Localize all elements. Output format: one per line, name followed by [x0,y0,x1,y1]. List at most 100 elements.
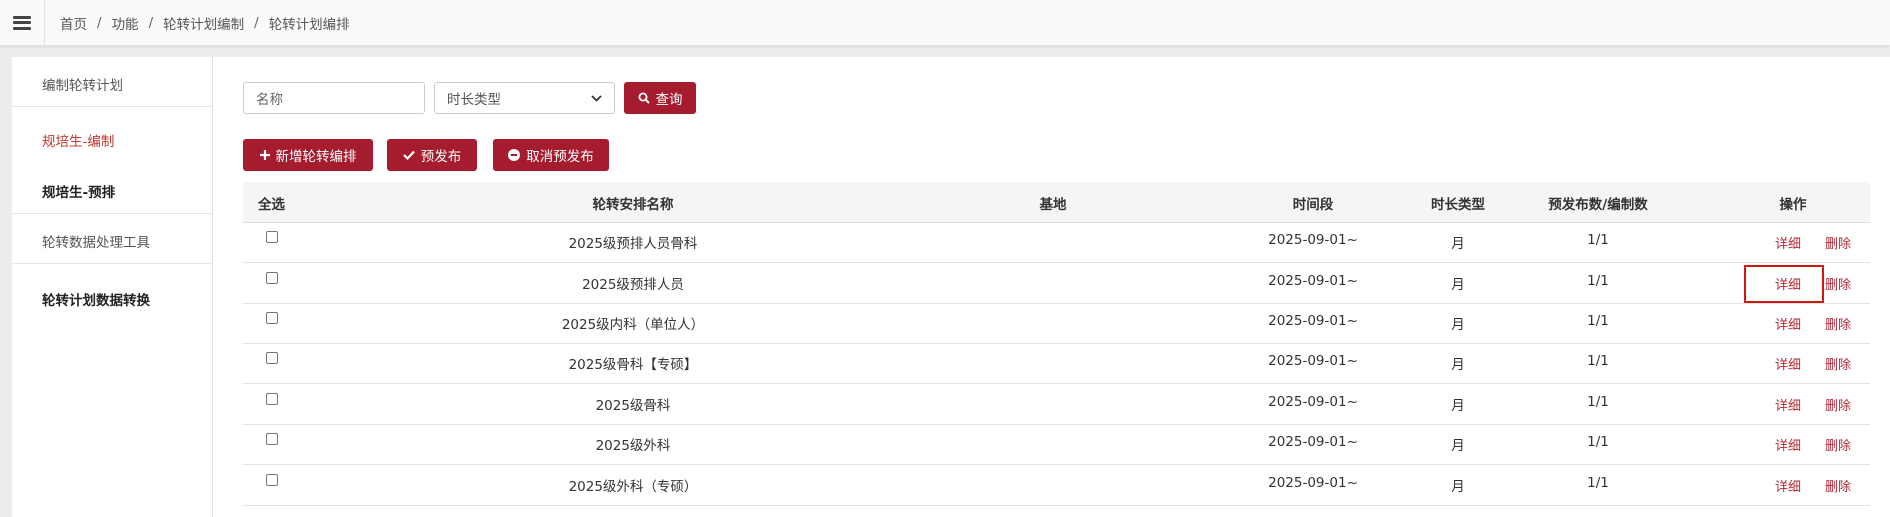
detail-link[interactable]: 详细 [1768,354,1808,373]
row-name: 2025级骨科 [595,398,671,414]
row-name: 2025级外科（专硕） [568,479,698,495]
menu-item-data-tool[interactable]: 轮转数据处理工具 [12,231,212,251]
breadcrumb-separator: / [148,14,154,31]
main-content: 名称 时长类型 查询 新增轮转编排 预发布 取消预发布 全选 轮转安排名称 基地… [213,57,1890,517]
table-row: 2025级预排人员骨科 2025-09-01~ 月 1/1 详细 删除 [243,222,1870,263]
table-header: 全选 轮转安排名称 基地 时间段 时长类型 预发布数/编制数 操作 [243,182,1870,223]
row-duration: 月 [1451,277,1465,293]
delete-link[interactable]: 删除 [1818,274,1858,293]
row-count: 1/1 [1587,475,1609,491]
cancel-prepublish-label: 取消预发布 [526,149,594,165]
detail-link[interactable]: 详细 [1768,476,1808,495]
menu-item-trainee-preschedule[interactable]: 规培生-预排 [12,181,212,201]
duration-type-value: 时长类型 [447,92,501,108]
detail-link[interactable]: 详细 [1768,233,1808,252]
base-header: 基地 [1039,197,1067,213]
plus-icon [259,150,270,160]
menu-divider [12,263,212,264]
cancel-prepublish-button[interactable]: 取消预发布 [493,139,609,171]
row-count: 1/1 [1587,313,1609,329]
prepublish-button[interactable]: 预发布 [387,139,477,171]
table-row: 2025级内科（单位人） 2025-09-01~ 月 1/1 详细 删除 [243,303,1870,344]
menu-divider [12,213,212,214]
breadcrumb-separator: / [97,14,102,31]
row-checkbox[interactable] [266,231,278,243]
row-duration: 月 [1451,398,1465,414]
detail-link[interactable]: 详细 [1768,314,1808,333]
menu-item-data-convert[interactable]: 轮转计划数据转换 [12,289,212,309]
name-header: 轮转安排名称 [592,197,674,213]
actions-header: 操作 [1779,197,1807,213]
menu-item-compile-plan[interactable]: 编制轮转计划 [12,74,212,94]
row-period: 2025-09-01~ [1268,273,1358,289]
table-row: 2025级预排人员 2025-09-01~ 月 1/1 详细 删除 [243,263,1870,304]
add-schedule-button[interactable]: 新增轮转编排 [243,139,373,171]
row-name: 2025级预排人员 [582,277,684,293]
select-all-header[interactable]: 全选 [243,193,300,213]
table-row: 2025级外科 2025-09-01~ 月 1/1 详细 删除 [243,424,1870,465]
row-checkbox[interactable] [266,474,278,486]
delete-link[interactable]: 删除 [1818,395,1858,414]
menu-divider [12,106,212,107]
row-duration: 月 [1451,438,1465,454]
row-checkbox[interactable] [266,272,278,284]
table-row: 2025级外科（专硕） 2025-09-01~ 月 1/1 详细 删除 [243,465,1870,506]
menu-toggle-button[interactable] [0,0,45,45]
name-input-placeholder: 名称 [256,92,283,108]
row-count: 1/1 [1587,273,1609,289]
row-period: 2025-09-01~ [1268,394,1358,410]
duration-type-select[interactable]: 时长类型 [434,82,615,114]
duration-header: 时长类型 [1431,197,1485,213]
breadcrumb: 首页 / 功能 / 轮转计划编制 / 轮转计划编排 [60,0,350,45]
menu-item-trainee-compile[interactable]: 规培生-编制 [12,130,212,150]
period-header: 时间段 [1292,197,1334,213]
row-name: 2025级预排人员骨科 [568,236,698,252]
row-name: 2025级骨科【专硕】 [568,357,698,373]
row-period: 2025-09-01~ [1268,434,1358,450]
row-period: 2025-09-01~ [1268,353,1358,369]
add-schedule-label: 新增轮转编排 [275,149,357,165]
breadcrumb-current: 轮转计划编排 [268,16,350,33]
row-duration: 月 [1451,236,1465,252]
row-count: 1/1 [1587,434,1609,450]
minus-circle-icon [508,149,521,161]
row-count: 1/1 [1587,232,1609,248]
row-name: 2025级内科（单位人） [561,317,705,333]
prepublish-label: 预发布 [420,149,462,165]
row-checkbox[interactable] [266,433,278,445]
delete-link[interactable]: 删除 [1818,233,1858,252]
check-icon [402,150,415,160]
query-button[interactable]: 查询 [624,82,696,114]
left-menu: 编制轮转计划 规培生-编制 规培生-预排 轮转数据处理工具 轮转计划数据转换 [12,57,213,517]
hamburger-icon [13,15,31,30]
row-checkbox[interactable] [266,393,278,405]
table-row: 2025级骨科 2025-09-01~ 月 1/1 详细 删除 [243,384,1870,425]
delete-link[interactable]: 删除 [1818,476,1858,495]
detail-link[interactable]: 详细 [1768,395,1808,414]
row-count: 1/1 [1587,353,1609,369]
breadcrumb-home[interactable]: 首页 [60,13,87,33]
highlight-box [1744,265,1824,303]
row-name: 2025级外科 [595,438,671,454]
row-period: 2025-09-01~ [1268,313,1358,329]
row-duration: 月 [1451,317,1465,333]
query-button-label: 查询 [655,92,683,108]
chevron-down-icon [591,92,602,105]
delete-link[interactable]: 删除 [1818,435,1858,454]
breadcrumb-function[interactable]: 功能 [112,13,139,33]
row-duration: 月 [1451,357,1465,373]
top-bar: 首页 / 功能 / 轮转计划编制 / 轮转计划编排 [0,0,1890,46]
breadcrumb-separator: / [254,14,259,31]
row-count: 1/1 [1587,394,1609,410]
row-checkbox[interactable] [266,312,278,324]
delete-link[interactable]: 删除 [1818,354,1858,373]
delete-link[interactable]: 删除 [1818,314,1858,333]
row-period: 2025-09-01~ [1268,475,1358,491]
name-input[interactable]: 名称 [243,82,425,114]
detail-link[interactable]: 详细 [1768,435,1808,454]
row-checkbox[interactable] [266,352,278,364]
row-duration: 月 [1451,479,1465,495]
breadcrumb-plan-compile[interactable]: 轮转计划编制 [163,13,244,33]
count-header: 预发布数/编制数 [1548,197,1648,213]
row-period: 2025-09-01~ [1268,232,1358,248]
